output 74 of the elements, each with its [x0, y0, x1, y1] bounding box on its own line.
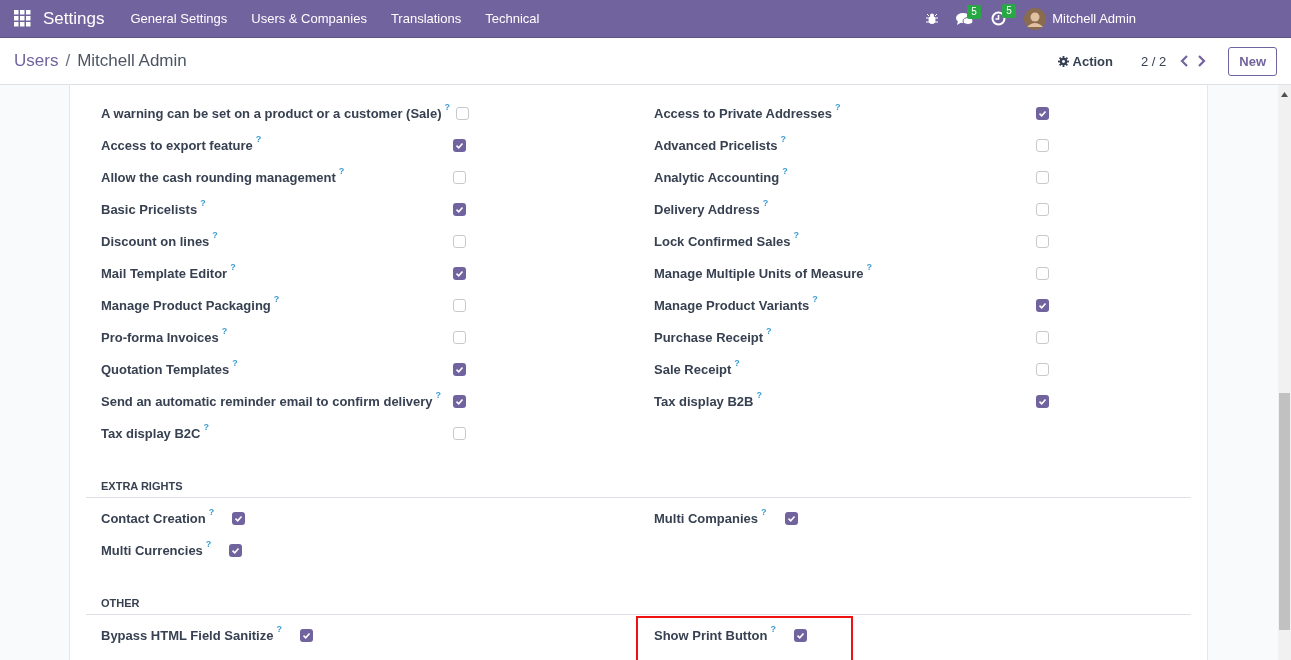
field-label: Tax display B2C $^{?}$ — [101, 425, 210, 441]
checkbox[interactable] — [453, 202, 466, 216]
field-label: Multi Companies $^{?}$ — [654, 510, 767, 526]
checkbox[interactable] — [453, 266, 466, 280]
breadcrumb-current: Mitchell Admin — [77, 51, 187, 71]
apps-grid-icon[interactable] — [14, 10, 31, 27]
section-heading: EXTRA RIGHTS — [86, 475, 1191, 498]
breadcrumb-separator: / — [65, 51, 71, 71]
field-label: Contact Creation $^{?}$ — [101, 510, 215, 526]
checkbox[interactable] — [453, 362, 466, 376]
menu-item[interactable]: Translations — [378, 11, 474, 26]
field-label: Manage Multiple Units of Measure $^{?}$ — [654, 265, 873, 281]
field-label: Bypass HTML Field Sanitize $^{?}$ — [101, 627, 282, 643]
notification-badge: 5 — [1002, 4, 1016, 18]
menu-item[interactable]: General Settings — [118, 11, 240, 26]
field-label: Pro-forma Invoices $^{?}$ — [101, 329, 229, 345]
pager-counter: 2 / 2 — [1140, 53, 1167, 69]
field-label: Send an automatic reminder email to confirm delivery $^{?}$ — [101, 393, 443, 409]
field-label: Analytic Accounting $^{?}$ — [654, 169, 789, 185]
field-label: Delivery Address $^{?}$ — [654, 201, 770, 217]
clock-icon[interactable] — [991, 11, 1007, 26]
checkbox[interactable] — [453, 330, 466, 344]
checkbox[interactable] — [229, 543, 243, 557]
menu-item[interactable]: Technical — [473, 11, 552, 26]
checkbox[interactable] — [456, 106, 469, 120]
checkbox[interactable] — [1036, 394, 1049, 408]
action-button[interactable]: Action — [1051, 52, 1119, 70]
checkbox[interactable] — [1036, 234, 1049, 248]
checkbox[interactable] — [1036, 266, 1049, 280]
field-label: Mail Template Editor $^{?}$ — [101, 265, 237, 281]
checkbox[interactable] — [1036, 106, 1049, 120]
checkbox[interactable] — [1036, 202, 1049, 216]
checkbox[interactable] — [1036, 330, 1049, 344]
field-label: Tax display B2B $^{?}$ — [654, 393, 763, 409]
field-label: Lock Confirmed Sales $^{?}$ — [654, 233, 801, 249]
field-label: Manage Product Packaging $^{?}$ — [101, 297, 281, 313]
checkbox[interactable] — [1036, 170, 1049, 184]
field-label: Show Print Button $^{?}$ — [654, 627, 776, 643]
checkbox[interactable] — [1036, 362, 1049, 376]
avatar-icon[interactable] — [1024, 7, 1047, 30]
field-label: Access to export feature $^{?}$ — [101, 137, 263, 153]
field-label: Advanced Pricelists $^{?}$ — [654, 137, 788, 153]
checkbox[interactable] — [1036, 298, 1049, 312]
checkbox[interactable] — [453, 298, 466, 312]
checkbox[interactable] — [232, 511, 246, 525]
field-label: Access to Private Addresses $^{?}$ — [654, 105, 842, 121]
scrollbar-drawing[interactable] — [1278, 85, 1291, 660]
checkbox[interactable] — [784, 511, 798, 525]
field-label: Multi Currencies $^{?}$ — [101, 542, 212, 558]
checkbox[interactable] — [453, 234, 466, 248]
new-button[interactable]: New — [1228, 46, 1277, 76]
field-label: A warning can be set on a product or a customer (Sale) $^{?}$ — [101, 105, 451, 121]
checkbox[interactable] — [453, 138, 466, 152]
field-label: Basic Pricelists $^{?}$ — [101, 201, 207, 217]
user-name[interactable]: Mitchell Admin — [1052, 11, 1136, 26]
menu-item[interactable]: Users & Companies — [239, 11, 379, 26]
field-label: Discount on lines $^{?}$ — [101, 233, 219, 249]
checkbox[interactable] — [1036, 138, 1049, 152]
section-heading: OTHER — [86, 592, 1191, 615]
breadcrumb-link[interactable]: Users — [14, 51, 59, 71]
checkbox[interactable] — [453, 426, 466, 440]
checkbox[interactable] — [453, 394, 466, 408]
field-label: Allow the cash rounding management $^{?}$ — [101, 169, 346, 185]
checkbox[interactable] — [793, 628, 807, 642]
field-label: Sale Receipt $^{?}$ — [654, 361, 741, 377]
gear-icon — [1057, 55, 1069, 67]
checkbox[interactable] — [299, 628, 313, 642]
field-label: Quotation Templates $^{?}$ — [101, 361, 239, 377]
app-title[interactable]: Settings — [43, 8, 105, 29]
bug-icon[interactable] — [926, 12, 939, 25]
notification-badge: 5 — [967, 4, 981, 19]
field-label: Purchase Receipt $^{?}$ — [654, 329, 773, 345]
field-label: Manage Product Variants $^{?}$ — [654, 297, 819, 313]
checkbox[interactable] — [453, 170, 466, 184]
